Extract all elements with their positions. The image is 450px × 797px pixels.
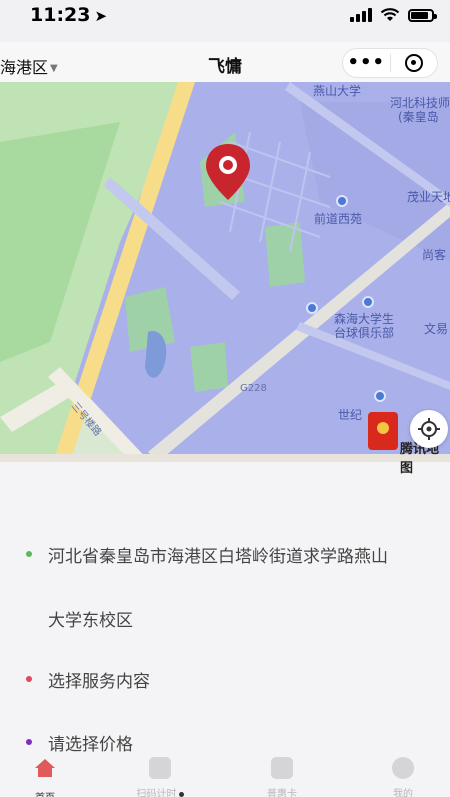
battery-icon	[408, 8, 437, 22]
status-time-text: 11:23	[30, 4, 91, 26]
nav-bar: 海港区 ▼ 飞慵 •••	[0, 42, 450, 82]
map-label-senhai-1: 森海大学生	[334, 312, 395, 326]
wifi-icon	[380, 8, 400, 21]
map-label-maoye: 茂业天地	[407, 190, 450, 204]
map-label-qiandao: 前道西苑	[314, 212, 363, 226]
map-view[interactable]: 燕山大学 河北科技师 (秦皇岛 茂业天地 前道西苑 尚客 森海大学生 台球俱乐部…	[0, 82, 450, 462]
capsule-close-button[interactable]	[390, 54, 437, 72]
map-label-road-g: G228	[240, 383, 267, 394]
map-label-hebei-1: 河北科技师	[390, 96, 450, 110]
poi-icon	[306, 302, 318, 314]
tab-card-label: 普惠卡	[267, 789, 297, 797]
status-time: 11:23 ➤	[30, 4, 107, 26]
more-dots-icon[interactable]: •••	[343, 54, 390, 72]
location-arrow-icon: ➤	[94, 7, 108, 25]
map-label-yanshan: 燕山大学	[313, 84, 362, 98]
address-line-1: 河北省秦皇岛市海港区白塔岭街道求学路燕山	[48, 547, 388, 567]
notification-dot	[178, 791, 184, 797]
map-canvas	[0, 82, 450, 462]
tab-home-label: 首页	[0, 789, 90, 797]
tab-home[interactable]: 首页	[0, 757, 90, 797]
tab-card[interactable]: 普惠卡	[237, 757, 327, 797]
poi-icon	[336, 195, 348, 207]
tab-scan[interactable]: 扫码计时	[115, 757, 205, 797]
price-label: 请选择价格	[48, 735, 133, 755]
poi-icon	[374, 390, 386, 402]
map-label-senhai-2: 台球俱乐部	[334, 326, 395, 340]
home-icon	[35, 759, 55, 777]
status-bar: 11:23 ➤	[0, 0, 450, 42]
price-dot	[26, 739, 32, 745]
tab-bar: 首页 扫码计时 普惠卡 我的	[0, 757, 450, 797]
address-line-2: 大学东校区	[48, 611, 133, 631]
crosshair-icon	[418, 418, 440, 440]
scan-icon	[149, 757, 171, 779]
locate-button[interactable]	[410, 410, 448, 448]
mini-program-capsule: •••	[342, 48, 438, 78]
capsule-close-icon	[404, 54, 423, 72]
map-label-shiji: 世纪	[338, 408, 363, 422]
poi-icon	[362, 296, 374, 308]
address-dot	[26, 551, 32, 557]
map-label-wenyi: 文易	[424, 322, 449, 336]
tab-profile[interactable]: 我的	[358, 757, 448, 797]
card-icon	[271, 757, 293, 779]
service-label: 选择服务内容	[48, 672, 150, 692]
profile-icon	[392, 757, 414, 779]
status-icons	[350, 8, 437, 22]
tab-profile-label: 我的	[393, 789, 413, 797]
map-label-hebei-2: (秦皇岛	[398, 110, 439, 124]
tab-scan-label: 扫码计时	[115, 785, 205, 797]
red-packet-icon[interactable]	[368, 412, 398, 450]
signal-icon	[350, 8, 372, 22]
map-label-shangke: 尚客	[422, 248, 447, 262]
service-dot	[26, 676, 32, 682]
